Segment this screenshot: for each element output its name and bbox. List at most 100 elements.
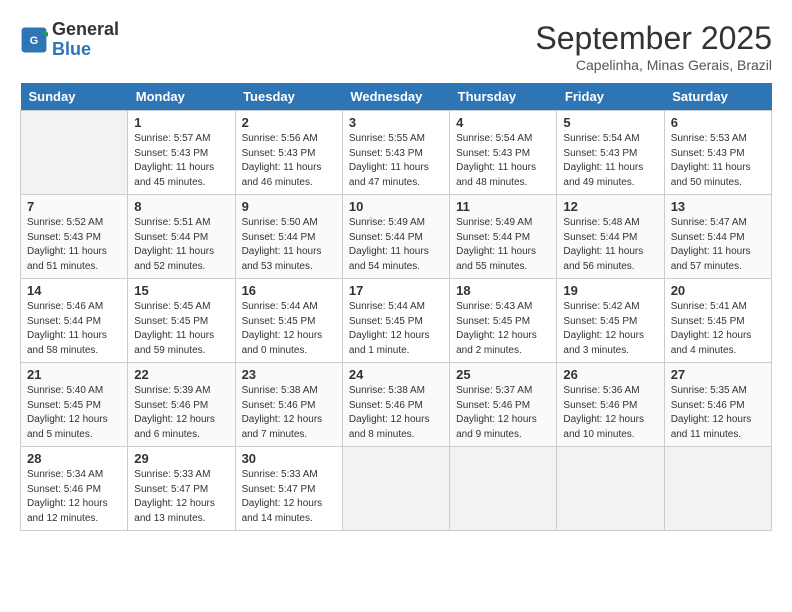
day-info: Sunrise: 5:37 AM Sunset: 5:46 PM Dayligh… bbox=[456, 384, 550, 442]
day-number: 10 bbox=[349, 199, 443, 214]
day-number: 8 bbox=[134, 199, 228, 214]
day-info: Sunrise: 5:33 AM Sunset: 5:47 PM Dayligh… bbox=[242, 468, 336, 526]
day-info: Sunrise: 5:54 AM Sunset: 5:43 PM Dayligh… bbox=[563, 132, 657, 190]
calendar-week-row: 7 Sunrise: 5:52 AM Sunset: 5:43 PM Daylig… bbox=[21, 195, 772, 279]
calendar-cell: 23Sunrise: 5:38 AM Sunset: 5:46 PM Dayli… bbox=[235, 363, 342, 447]
calendar-cell: 13 Sunrise: 5:47 AM Sunset: 5:44 PM Dayli… bbox=[664, 195, 771, 279]
day-number: 9 bbox=[242, 199, 336, 214]
calendar-cell: 19 Sunrise: 5:42 AM Sunset: 5:45 PM Dayli… bbox=[557, 279, 664, 363]
svg-text:G: G bbox=[30, 35, 38, 47]
day-info: Sunrise: 5:57 AM Sunset: 5:43 PM Dayligh… bbox=[134, 132, 228, 190]
weekday-header-friday: Friday bbox=[557, 83, 664, 111]
day-info: Sunrise: 5:45 AM Sunset: 5:45 PM Dayligh… bbox=[134, 300, 228, 358]
calendar-cell: 5 Sunrise: 5:54 AM Sunset: 5:43 PM Daylig… bbox=[557, 111, 664, 195]
calendar-cell: 16Sunrise: 5:44 AM Sunset: 5:45 PM Dayli… bbox=[235, 279, 342, 363]
day-number: 13 bbox=[671, 199, 765, 214]
day-info: Sunrise: 5:46 AM Sunset: 5:44 PM Dayligh… bbox=[27, 300, 121, 358]
weekday-header-saturday: Saturday bbox=[664, 83, 771, 111]
calendar-week-row: 1 Sunrise: 5:57 AM Sunset: 5:43 PM Daylig… bbox=[21, 111, 772, 195]
day-number: 28 bbox=[27, 451, 121, 466]
calendar-cell: 25 Sunrise: 5:37 AM Sunset: 5:46 PM Dayli… bbox=[450, 363, 557, 447]
calendar-cell: 29 Sunrise: 5:33 AM Sunset: 5:47 PM Dayli… bbox=[128, 447, 235, 531]
calendar-week-row: 21 Sunrise: 5:40 AM Sunset: 5:45 PM Dayli… bbox=[21, 363, 772, 447]
day-number: 2 bbox=[242, 115, 336, 130]
day-info: Sunrise: 5:38 AM Sunset: 5:46 PM Dayligh… bbox=[242, 384, 336, 442]
day-number: 4 bbox=[456, 115, 550, 130]
day-number: 1 bbox=[134, 115, 228, 130]
day-info: Sunrise: 5:43 AM Sunset: 5:45 PM Dayligh… bbox=[456, 300, 550, 358]
calendar-cell bbox=[664, 447, 771, 531]
day-info: Sunrise: 5:50 AM Sunset: 5:44 PM Dayligh… bbox=[242, 216, 336, 274]
calendar-cell bbox=[557, 447, 664, 531]
day-number: 17 bbox=[349, 283, 443, 298]
day-info: Sunrise: 5:52 AM Sunset: 5:43 PM Dayligh… bbox=[27, 216, 121, 274]
day-info: Sunrise: 5:48 AM Sunset: 5:44 PM Dayligh… bbox=[563, 216, 657, 274]
day-info: Sunrise: 5:38 AM Sunset: 5:46 PM Dayligh… bbox=[349, 384, 443, 442]
calendar-cell: 17 Sunrise: 5:44 AM Sunset: 5:45 PM Dayli… bbox=[342, 279, 449, 363]
calendar-cell: 7 Sunrise: 5:52 AM Sunset: 5:43 PM Daylig… bbox=[21, 195, 128, 279]
calendar-cell: 22 Sunrise: 5:39 AM Sunset: 5:46 PM Dayli… bbox=[128, 363, 235, 447]
day-number: 19 bbox=[563, 283, 657, 298]
day-number: 14 bbox=[27, 283, 121, 298]
logo-icon: G bbox=[20, 26, 48, 54]
calendar-cell: 3 Sunrise: 5:55 AM Sunset: 5:43 PM Daylig… bbox=[342, 111, 449, 195]
calendar-cell: 12Sunrise: 5:48 AM Sunset: 5:44 PM Dayli… bbox=[557, 195, 664, 279]
day-info: Sunrise: 5:49 AM Sunset: 5:44 PM Dayligh… bbox=[456, 216, 550, 274]
title-block: September 2025 Capelinha, Minas Gerais, … bbox=[535, 20, 772, 73]
day-number: 25 bbox=[456, 367, 550, 382]
day-number: 29 bbox=[134, 451, 228, 466]
day-info: Sunrise: 5:55 AM Sunset: 5:43 PM Dayligh… bbox=[349, 132, 443, 190]
location: Capelinha, Minas Gerais, Brazil bbox=[535, 57, 772, 73]
day-number: 22 bbox=[134, 367, 228, 382]
day-info: Sunrise: 5:41 AM Sunset: 5:45 PM Dayligh… bbox=[671, 300, 765, 358]
weekday-header-row: SundayMondayTuesdayWednesdayThursdayFrid… bbox=[21, 83, 772, 111]
day-info: Sunrise: 5:54 AM Sunset: 5:43 PM Dayligh… bbox=[456, 132, 550, 190]
day-info: Sunrise: 5:39 AM Sunset: 5:46 PM Dayligh… bbox=[134, 384, 228, 442]
day-info: Sunrise: 5:49 AM Sunset: 5:44 PM Dayligh… bbox=[349, 216, 443, 274]
calendar-week-row: 14 Sunrise: 5:46 AM Sunset: 5:44 PM Dayli… bbox=[21, 279, 772, 363]
day-info: Sunrise: 5:36 AM Sunset: 5:46 PM Dayligh… bbox=[563, 384, 657, 442]
calendar-cell: 2 Sunrise: 5:56 AM Sunset: 5:43 PM Daylig… bbox=[235, 111, 342, 195]
calendar-cell bbox=[342, 447, 449, 531]
calendar-cell: 26Sunrise: 5:36 AM Sunset: 5:46 PM Dayli… bbox=[557, 363, 664, 447]
calendar-cell: 1 Sunrise: 5:57 AM Sunset: 5:43 PM Daylig… bbox=[128, 111, 235, 195]
day-info: Sunrise: 5:40 AM Sunset: 5:45 PM Dayligh… bbox=[27, 384, 121, 442]
weekday-header-thursday: Thursday bbox=[450, 83, 557, 111]
weekday-header-wednesday: Wednesday bbox=[342, 83, 449, 111]
day-number: 5 bbox=[563, 115, 657, 130]
day-info: Sunrise: 5:44 AM Sunset: 5:45 PM Dayligh… bbox=[349, 300, 443, 358]
day-number: 24 bbox=[349, 367, 443, 382]
calendar-cell: 10 Sunrise: 5:49 AM Sunset: 5:44 PM Dayli… bbox=[342, 195, 449, 279]
calendar-cell: 28Sunrise: 5:34 AM Sunset: 5:46 PM Dayli… bbox=[21, 447, 128, 531]
day-number: 3 bbox=[349, 115, 443, 130]
weekday-header-sunday: Sunday bbox=[21, 83, 128, 111]
day-number: 6 bbox=[671, 115, 765, 130]
calendar-cell: 4 Sunrise: 5:54 AM Sunset: 5:43 PM Daylig… bbox=[450, 111, 557, 195]
day-info: Sunrise: 5:42 AM Sunset: 5:45 PM Dayligh… bbox=[563, 300, 657, 358]
day-info: Sunrise: 5:56 AM Sunset: 5:43 PM Dayligh… bbox=[242, 132, 336, 190]
day-number: 21 bbox=[27, 367, 121, 382]
day-number: 15 bbox=[134, 283, 228, 298]
day-number: 20 bbox=[671, 283, 765, 298]
day-number: 27 bbox=[671, 367, 765, 382]
day-number: 18 bbox=[456, 283, 550, 298]
calendar-cell: 6 Sunrise: 5:53 AM Sunset: 5:43 PM Daylig… bbox=[664, 111, 771, 195]
calendar-cell: 27Sunrise: 5:35 AM Sunset: 5:46 PM Dayli… bbox=[664, 363, 771, 447]
day-info: Sunrise: 5:47 AM Sunset: 5:44 PM Dayligh… bbox=[671, 216, 765, 274]
day-number: 11 bbox=[456, 199, 550, 214]
day-info: Sunrise: 5:53 AM Sunset: 5:43 PM Dayligh… bbox=[671, 132, 765, 190]
calendar-cell: 14 Sunrise: 5:46 AM Sunset: 5:44 PM Dayli… bbox=[21, 279, 128, 363]
calendar-cell: 11 Sunrise: 5:49 AM Sunset: 5:44 PM Dayli… bbox=[450, 195, 557, 279]
page-header: G General Blue September 2025 Capelinha,… bbox=[20, 20, 772, 73]
day-number: 7 bbox=[27, 199, 121, 214]
day-info: Sunrise: 5:51 AM Sunset: 5:44 PM Dayligh… bbox=[134, 216, 228, 274]
day-info: Sunrise: 5:44 AM Sunset: 5:45 PM Dayligh… bbox=[242, 300, 336, 358]
logo-text: General Blue bbox=[52, 20, 119, 60]
calendar-cell: 20 Sunrise: 5:41 AM Sunset: 5:45 PM Dayli… bbox=[664, 279, 771, 363]
calendar-cell: 9 Sunrise: 5:50 AM Sunset: 5:44 PM Daylig… bbox=[235, 195, 342, 279]
day-info: Sunrise: 5:33 AM Sunset: 5:47 PM Dayligh… bbox=[134, 468, 228, 526]
month-title: September 2025 bbox=[535, 20, 772, 57]
logo: G General Blue bbox=[20, 20, 119, 60]
calendar-cell: 24 Sunrise: 5:38 AM Sunset: 5:46 PM Dayli… bbox=[342, 363, 449, 447]
weekday-header-tuesday: Tuesday bbox=[235, 83, 342, 111]
